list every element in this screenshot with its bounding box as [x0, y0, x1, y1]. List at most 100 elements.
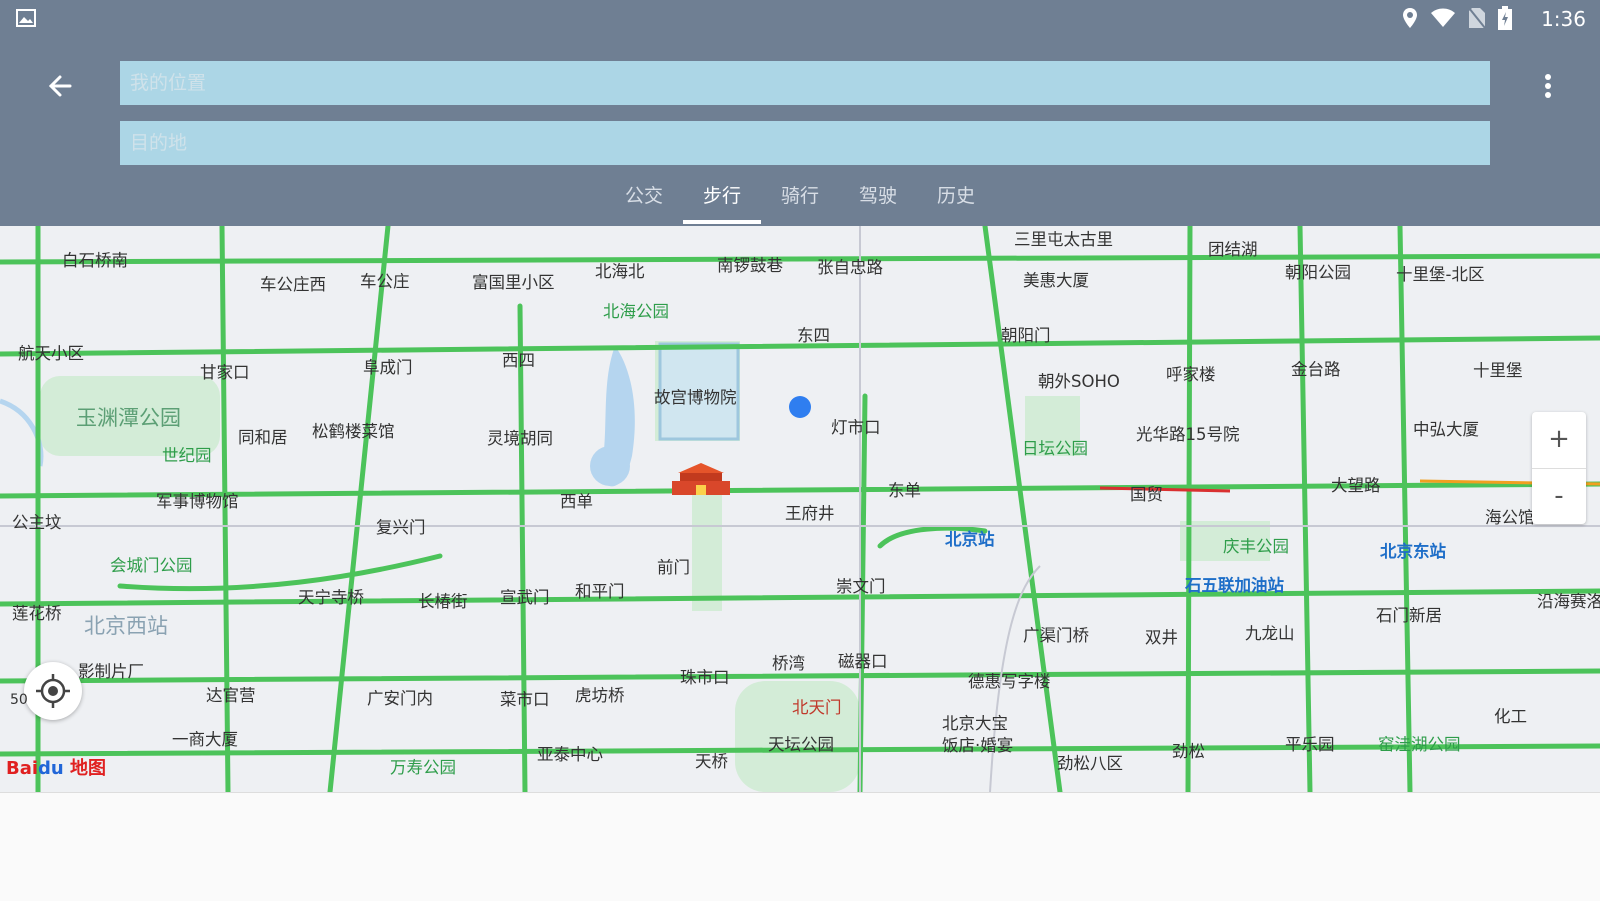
map-label[interactable]: 北京西站: [84, 610, 168, 640]
map-label[interactable]: 会城门公园: [110, 552, 193, 576]
map-label[interactable]: 朝阳门: [1001, 322, 1051, 346]
map-label[interactable]: 公主坟: [12, 509, 62, 533]
map-label[interactable]: 美惠大厦: [1023, 267, 1089, 291]
map-label[interactable]: 虎坊桥: [575, 682, 625, 706]
map-label[interactable]: 石门新居: [1376, 602, 1442, 626]
map-label[interactable]: 同和居: [238, 424, 288, 448]
map-label[interactable]: 双井: [1145, 624, 1178, 648]
map-label[interactable]: 北京大宝: [942, 710, 1008, 734]
map-label[interactable]: 日坛公园: [1022, 435, 1088, 459]
map-label[interactable]: 松鹤楼菜馆: [312, 418, 395, 442]
map-label[interactable]: 玉渊潭公园: [76, 402, 181, 432]
map-label[interactable]: 窑洼湖公园: [1378, 731, 1461, 755]
map-label[interactable]: 九龙山: [1245, 620, 1295, 644]
map-label[interactable]: 朝阳公园: [1285, 259, 1351, 283]
tab-transit[interactable]: 公交: [605, 175, 683, 224]
map-label[interactable]: 西单: [560, 488, 593, 512]
map-label[interactable]: 万寿公园: [390, 754, 456, 778]
map-label[interactable]: 庆丰公园: [1223, 533, 1289, 557]
map-label[interactable]: 国贸: [1130, 481, 1163, 505]
destination-input[interactable]: [120, 121, 1490, 165]
transport-mode-tabs: 公交 步行 骑行 驾驶 历史: [0, 175, 1600, 226]
more-options-icon[interactable]: [1536, 68, 1560, 104]
map-label[interactable]: 劲松八区: [1057, 750, 1123, 774]
map-label[interactable]: 天宁寺桥: [298, 584, 364, 608]
map-label[interactable]: 海公馆: [1485, 504, 1535, 528]
zoom-in-button[interactable]: +: [1532, 412, 1586, 468]
map-label[interactable]: 天坛公园: [768, 731, 834, 755]
map-label[interactable]: 菜市口: [500, 686, 550, 710]
map-label[interactable]: 东单: [888, 477, 921, 501]
map-label[interactable]: 沿海赛洛: [1537, 588, 1600, 612]
map-label[interactable]: 北海北: [595, 258, 645, 282]
map-label[interactable]: 灵境胡同: [487, 425, 553, 449]
map-label[interactable]: 化工: [1494, 703, 1527, 727]
map-label[interactable]: 平乐园: [1285, 731, 1335, 755]
map-label[interactable]: 一商大厦: [172, 726, 238, 750]
map-label[interactable]: 北天门: [792, 694, 842, 718]
map-label[interactable]: 车公庄西: [260, 271, 326, 295]
map-label[interactable]: 桥湾: [772, 650, 805, 674]
map-label[interactable]: 呼家楼: [1166, 361, 1216, 385]
map-label[interactable]: 朝外SOHO: [1038, 368, 1120, 392]
map-label[interactable]: 天桥: [695, 748, 728, 772]
map-label[interactable]: 长椿街: [418, 588, 468, 612]
tiananmen-landmark-icon[interactable]: [670, 461, 732, 497]
map-label[interactable]: 复兴门: [376, 514, 426, 538]
map-label[interactable]: 中弘大厦: [1413, 416, 1479, 440]
map-label[interactable]: 三里屯太古里: [1014, 226, 1113, 250]
map-label[interactable]: 航天小区: [18, 340, 84, 364]
map-label[interactable]: 东四: [797, 322, 830, 346]
map-label[interactable]: 德惠写字楼: [968, 668, 1051, 692]
locate-button[interactable]: [24, 662, 82, 720]
map-label[interactable]: 亚泰中心: [537, 741, 603, 765]
map-label[interactable]: 大望路: [1331, 472, 1381, 496]
map-label[interactable]: 和平门: [575, 578, 625, 602]
map-label[interactable]: 十里堡: [1473, 357, 1523, 381]
map-label[interactable]: 阜成门: [363, 354, 413, 378]
start-location-input[interactable]: [120, 61, 1490, 105]
map-label[interactable]: 车公庄: [360, 268, 410, 292]
map-label[interactable]: 劲松: [1172, 738, 1205, 762]
map-label[interactable]: 南锣鼓巷: [717, 252, 783, 276]
map-label[interactable]: 珠市口: [680, 664, 730, 688]
map-label[interactable]: 北海公园: [603, 298, 669, 322]
map-label[interactable]: 甘家口: [200, 359, 250, 383]
tab-drive[interactable]: 驾驶: [839, 175, 917, 224]
map-view[interactable]: 白石桥南 车公庄西 车公庄 富国里小区 北海北 南锣鼓巷 张自忠路 三里屯太古里…: [0, 226, 1600, 792]
map-label[interactable]: 达官营: [206, 682, 256, 706]
map-label[interactable]: 北京站: [945, 526, 995, 550]
back-arrow-icon[interactable]: [42, 68, 78, 104]
tab-bike[interactable]: 骑行: [761, 175, 839, 224]
map-label[interactable]: 西四: [502, 347, 535, 371]
tab-walk[interactable]: 步行: [683, 175, 761, 224]
map-label[interactable]: 张自忠路: [817, 254, 883, 278]
map-label[interactable]: 北京东站: [1380, 538, 1446, 562]
map-label[interactable]: 军事博物馆: [156, 488, 239, 512]
map-label[interactable]: 莲花桥: [12, 600, 62, 624]
map-label[interactable]: 富国里小区: [472, 269, 555, 293]
map-label[interactable]: 石五联加油站: [1185, 572, 1284, 596]
zoom-out-button[interactable]: -: [1532, 469, 1586, 525]
map-label[interactable]: 故宫博物院: [654, 384, 737, 408]
map-label[interactable]: 影制片厂: [78, 658, 144, 682]
map-scale: 50: [10, 692, 28, 708]
map-label[interactable]: 前门: [657, 554, 690, 578]
map-label[interactable]: 金台路: [1291, 356, 1341, 380]
map-label[interactable]: 崇文门: [836, 573, 886, 597]
map-label[interactable]: 白石桥南: [62, 247, 128, 271]
wifi-icon: [1431, 8, 1455, 27]
map-label[interactable]: 光华路15号院: [1136, 421, 1240, 445]
map-label[interactable]: 灯市口: [831, 414, 881, 438]
map-label[interactable]: 宣武门: [500, 584, 550, 608]
map-label[interactable]: 王府井: [785, 500, 835, 524]
map-label[interactable]: 团结湖: [1208, 236, 1258, 260]
map-label[interactable]: 饭店·婚宴: [942, 732, 1013, 756]
crosshair-icon: [36, 674, 70, 708]
map-label[interactable]: 广渠门桥: [1023, 622, 1089, 646]
map-label[interactable]: 十里堡-北区: [1396, 261, 1484, 285]
map-label[interactable]: 世纪园: [162, 442, 212, 466]
tab-history[interactable]: 历史: [917, 175, 995, 224]
map-label[interactable]: 广安门内: [367, 685, 433, 709]
map-label[interactable]: 磁器口: [838, 648, 888, 672]
